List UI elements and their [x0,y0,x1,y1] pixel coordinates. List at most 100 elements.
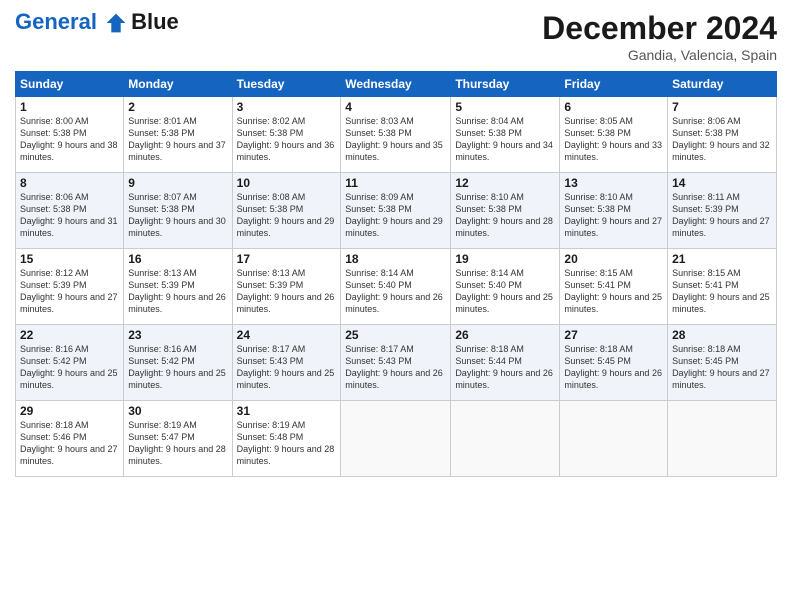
calendar-cell: 11Sunrise: 8:09 AMSunset: 5:38 PMDayligh… [341,173,451,249]
day-info: Sunrise: 8:13 AMSunset: 5:39 PMDaylight:… [237,267,337,316]
calendar-cell: 29Sunrise: 8:18 AMSunset: 5:46 PMDayligh… [16,401,124,477]
day-number: 31 [237,404,337,418]
day-number: 10 [237,176,337,190]
day-info: Sunrise: 8:10 AMSunset: 5:38 PMDaylight:… [564,191,663,240]
calendar-cell [341,401,451,477]
day-number: 26 [455,328,555,342]
day-number: 11 [345,176,446,190]
calendar-cell [668,401,777,477]
calendar-week-row: 29Sunrise: 8:18 AMSunset: 5:46 PMDayligh… [16,401,777,477]
day-info: Sunrise: 8:17 AMSunset: 5:43 PMDaylight:… [345,343,446,392]
calendar-cell: 21Sunrise: 8:15 AMSunset: 5:41 PMDayligh… [668,249,777,325]
day-number: 28 [672,328,772,342]
calendar-cell: 30Sunrise: 8:19 AMSunset: 5:47 PMDayligh… [124,401,232,477]
day-info: Sunrise: 8:09 AMSunset: 5:38 PMDaylight:… [345,191,446,240]
header: General Blue December 2024 Gandia, Valen… [15,10,777,63]
calendar-cell: 16Sunrise: 8:13 AMSunset: 5:39 PMDayligh… [124,249,232,325]
calendar-cell: 12Sunrise: 8:10 AMSunset: 5:38 PMDayligh… [451,173,560,249]
subtitle: Gandia, Valencia, Spain [542,47,777,63]
calendar-week-row: 15Sunrise: 8:12 AMSunset: 5:39 PMDayligh… [16,249,777,325]
main-title: December 2024 [542,10,777,47]
day-info: Sunrise: 8:12 AMSunset: 5:39 PMDaylight:… [20,267,119,316]
day-info: Sunrise: 8:07 AMSunset: 5:38 PMDaylight:… [128,191,227,240]
day-info: Sunrise: 8:13 AMSunset: 5:39 PMDaylight:… [128,267,227,316]
day-number: 12 [455,176,555,190]
calendar-cell: 23Sunrise: 8:16 AMSunset: 5:42 PMDayligh… [124,325,232,401]
day-number: 23 [128,328,227,342]
day-number: 16 [128,252,227,266]
day-number: 4 [345,100,446,114]
day-number: 21 [672,252,772,266]
day-info: Sunrise: 8:14 AMSunset: 5:40 PMDaylight:… [345,267,446,316]
day-number: 6 [564,100,663,114]
day-info: Sunrise: 8:08 AMSunset: 5:38 PMDaylight:… [237,191,337,240]
calendar-cell: 14Sunrise: 8:11 AMSunset: 5:39 PMDayligh… [668,173,777,249]
calendar-cell: 27Sunrise: 8:18 AMSunset: 5:45 PMDayligh… [560,325,668,401]
day-info: Sunrise: 8:06 AMSunset: 5:38 PMDaylight:… [20,191,119,240]
page: General Blue December 2024 Gandia, Valen… [0,0,792,612]
logo-line2: Blue [131,10,179,34]
day-number: 24 [237,328,337,342]
day-info: Sunrise: 8:01 AMSunset: 5:38 PMDaylight:… [128,115,227,164]
calendar-cell: 15Sunrise: 8:12 AMSunset: 5:39 PMDayligh… [16,249,124,325]
day-info: Sunrise: 8:19 AMSunset: 5:47 PMDaylight:… [128,419,227,468]
calendar-cell [560,401,668,477]
day-number: 8 [20,176,119,190]
logo-text: General Blue [15,10,179,34]
calendar-header-saturday: Saturday [668,72,777,97]
calendar-header-friday: Friday [560,72,668,97]
calendar-cell: 8Sunrise: 8:06 AMSunset: 5:38 PMDaylight… [16,173,124,249]
day-info: Sunrise: 8:19 AMSunset: 5:48 PMDaylight:… [237,419,337,468]
calendar-cell: 13Sunrise: 8:10 AMSunset: 5:38 PMDayligh… [560,173,668,249]
calendar-cell: 10Sunrise: 8:08 AMSunset: 5:38 PMDayligh… [232,173,341,249]
logo-line1: General [15,9,97,34]
day-info: Sunrise: 8:18 AMSunset: 5:46 PMDaylight:… [20,419,119,468]
calendar-cell: 9Sunrise: 8:07 AMSunset: 5:38 PMDaylight… [124,173,232,249]
day-info: Sunrise: 8:17 AMSunset: 5:43 PMDaylight:… [237,343,337,392]
calendar-header-monday: Monday [124,72,232,97]
calendar-cell: 3Sunrise: 8:02 AMSunset: 5:38 PMDaylight… [232,97,341,173]
day-info: Sunrise: 8:06 AMSunset: 5:38 PMDaylight:… [672,115,772,164]
day-number: 30 [128,404,227,418]
day-number: 29 [20,404,119,418]
day-info: Sunrise: 8:04 AMSunset: 5:38 PMDaylight:… [455,115,555,164]
calendar-cell: 24Sunrise: 8:17 AMSunset: 5:43 PMDayligh… [232,325,341,401]
day-number: 15 [20,252,119,266]
day-number: 14 [672,176,772,190]
calendar-cell: 6Sunrise: 8:05 AMSunset: 5:38 PMDaylight… [560,97,668,173]
calendar-cell: 2Sunrise: 8:01 AMSunset: 5:38 PMDaylight… [124,97,232,173]
calendar-header-wednesday: Wednesday [341,72,451,97]
day-info: Sunrise: 8:03 AMSunset: 5:38 PMDaylight:… [345,115,446,164]
calendar-cell: 20Sunrise: 8:15 AMSunset: 5:41 PMDayligh… [560,249,668,325]
calendar-cell: 19Sunrise: 8:14 AMSunset: 5:40 PMDayligh… [451,249,560,325]
day-number: 27 [564,328,663,342]
day-info: Sunrise: 8:16 AMSunset: 5:42 PMDaylight:… [128,343,227,392]
day-number: 2 [128,100,227,114]
day-info: Sunrise: 8:10 AMSunset: 5:38 PMDaylight:… [455,191,555,240]
calendar-cell: 25Sunrise: 8:17 AMSunset: 5:43 PMDayligh… [341,325,451,401]
day-number: 9 [128,176,227,190]
day-info: Sunrise: 8:15 AMSunset: 5:41 PMDaylight:… [672,267,772,316]
day-number: 18 [345,252,446,266]
calendar-header-thursday: Thursday [451,72,560,97]
day-info: Sunrise: 8:05 AMSunset: 5:38 PMDaylight:… [564,115,663,164]
day-number: 25 [345,328,446,342]
calendar: SundayMondayTuesdayWednesdayThursdayFrid… [15,71,777,477]
calendar-header-tuesday: Tuesday [232,72,341,97]
calendar-week-row: 8Sunrise: 8:06 AMSunset: 5:38 PMDaylight… [16,173,777,249]
calendar-cell: 17Sunrise: 8:13 AMSunset: 5:39 PMDayligh… [232,249,341,325]
day-info: Sunrise: 8:00 AMSunset: 5:38 PMDaylight:… [20,115,119,164]
logo: General Blue [15,10,179,34]
day-info: Sunrise: 8:16 AMSunset: 5:42 PMDaylight:… [20,343,119,392]
day-info: Sunrise: 8:14 AMSunset: 5:40 PMDaylight:… [455,267,555,316]
day-number: 20 [564,252,663,266]
calendar-cell: 5Sunrise: 8:04 AMSunset: 5:38 PMDaylight… [451,97,560,173]
calendar-week-row: 22Sunrise: 8:16 AMSunset: 5:42 PMDayligh… [16,325,777,401]
calendar-cell: 18Sunrise: 8:14 AMSunset: 5:40 PMDayligh… [341,249,451,325]
day-info: Sunrise: 8:18 AMSunset: 5:44 PMDaylight:… [455,343,555,392]
calendar-cell: 26Sunrise: 8:18 AMSunset: 5:44 PMDayligh… [451,325,560,401]
calendar-cell [451,401,560,477]
day-info: Sunrise: 8:18 AMSunset: 5:45 PMDaylight:… [564,343,663,392]
title-block: December 2024 Gandia, Valencia, Spain [542,10,777,63]
calendar-cell: 22Sunrise: 8:16 AMSunset: 5:42 PMDayligh… [16,325,124,401]
